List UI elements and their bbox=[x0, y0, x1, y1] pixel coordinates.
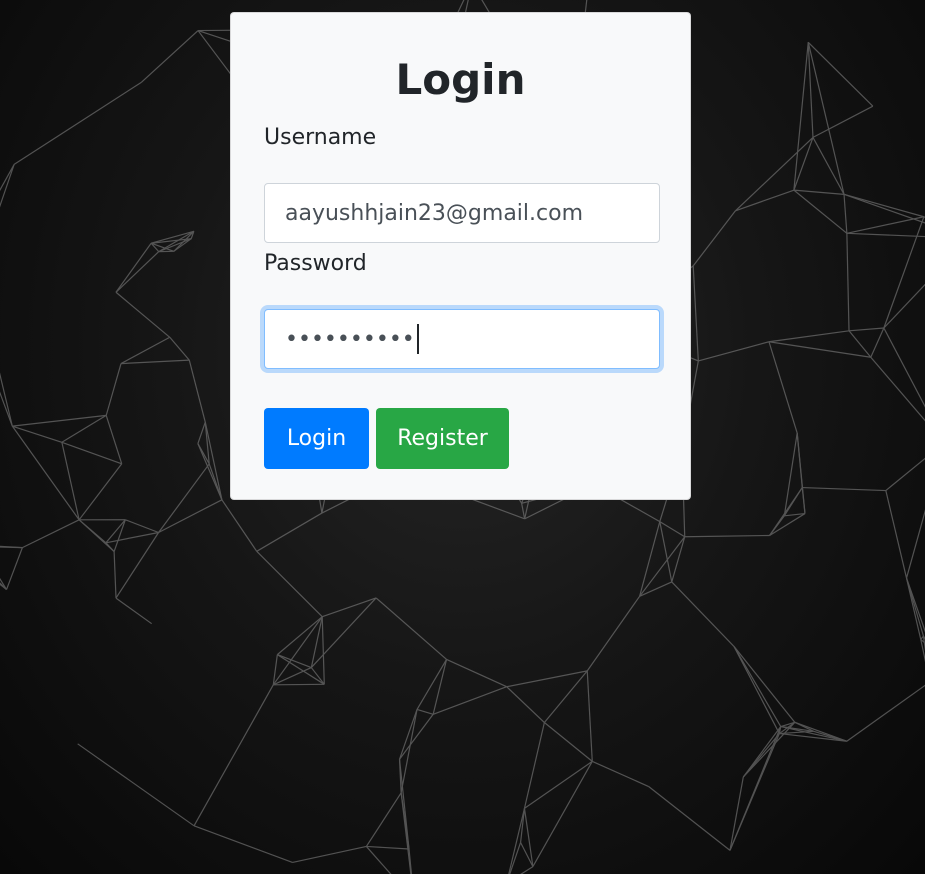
password-label: Password bbox=[264, 251, 367, 276]
login-card: Login Username Password •••••••••• Login… bbox=[230, 12, 691, 500]
card-title: Login bbox=[395, 55, 526, 104]
password-masked-value: •••••••••• bbox=[285, 326, 415, 352]
page-background: Login Username Password •••••••••• Login… bbox=[0, 0, 925, 874]
text-caret bbox=[416, 324, 419, 354]
register-button[interactable]: Register bbox=[376, 408, 509, 469]
login-button[interactable]: Login bbox=[264, 408, 369, 469]
username-label: Username bbox=[264, 125, 377, 150]
password-input[interactable]: •••••••••• bbox=[264, 309, 660, 369]
username-input[interactable] bbox=[264, 183, 660, 243]
